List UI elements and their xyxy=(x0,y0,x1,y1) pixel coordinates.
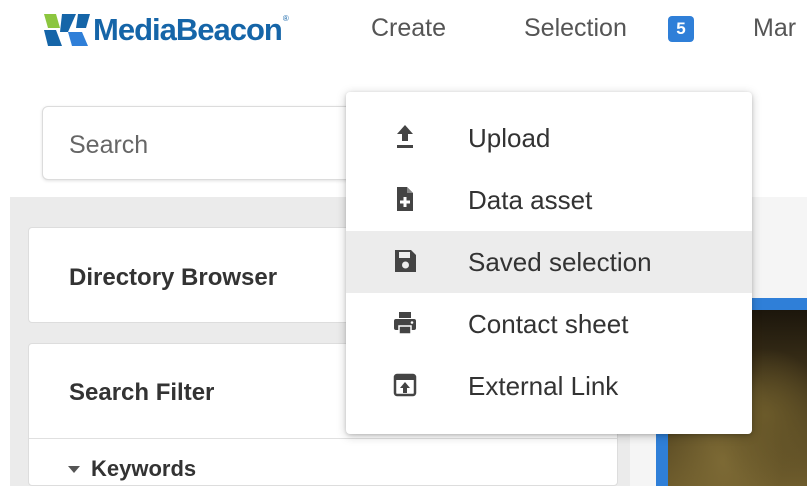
external-link-icon xyxy=(393,373,417,397)
search-placeholder: Search xyxy=(69,131,149,159)
top-navigation-bar: MediaBeacon ® Create Selection 5 Mar xyxy=(0,0,807,70)
menu-item-data-asset[interactable]: Data asset xyxy=(346,169,752,231)
logo-mark-icon xyxy=(44,14,90,46)
logo-text: MediaBeacon xyxy=(93,12,283,47)
menu-item-saved-selection[interactable]: Saved selection xyxy=(346,231,752,293)
print-icon xyxy=(394,312,416,335)
nav-selection[interactable]: Selection xyxy=(524,14,627,43)
mediabeacon-logo[interactable]: MediaBeacon ® xyxy=(42,8,289,52)
menu-item-upload[interactable]: Upload xyxy=(346,107,752,169)
keywords-section-toggle[interactable]: Keywords xyxy=(91,456,196,482)
save-icon xyxy=(395,250,416,272)
selection-count-badge: 5 xyxy=(668,16,694,42)
panel-divider xyxy=(29,438,617,439)
menu-item-external-link[interactable]: External Link xyxy=(346,355,752,417)
upload-icon xyxy=(397,125,413,148)
directory-browser-title: Directory Browser xyxy=(69,264,278,291)
nav-create[interactable]: Create xyxy=(371,14,446,43)
menu-item-label: Data asset xyxy=(468,185,593,215)
menu-item-label: Upload xyxy=(468,123,551,153)
caret-down-icon[interactable] xyxy=(68,466,80,473)
menu-item-label: Saved selection xyxy=(468,247,652,277)
search-input[interactable]: Search xyxy=(42,106,382,180)
nav-manage[interactable]: Mar xyxy=(753,14,796,43)
menu-item-contact-sheet[interactable]: Contact sheet xyxy=(346,293,752,355)
file-plus-icon xyxy=(397,187,413,211)
create-dropdown-menu: Upload Data asset Saved selection Contac… xyxy=(346,92,752,434)
search-filter-title: Search Filter xyxy=(69,379,215,406)
logo-registered-mark: ® xyxy=(282,13,289,23)
menu-item-label: Contact sheet xyxy=(468,309,629,339)
menu-item-label: External Link xyxy=(468,371,619,401)
